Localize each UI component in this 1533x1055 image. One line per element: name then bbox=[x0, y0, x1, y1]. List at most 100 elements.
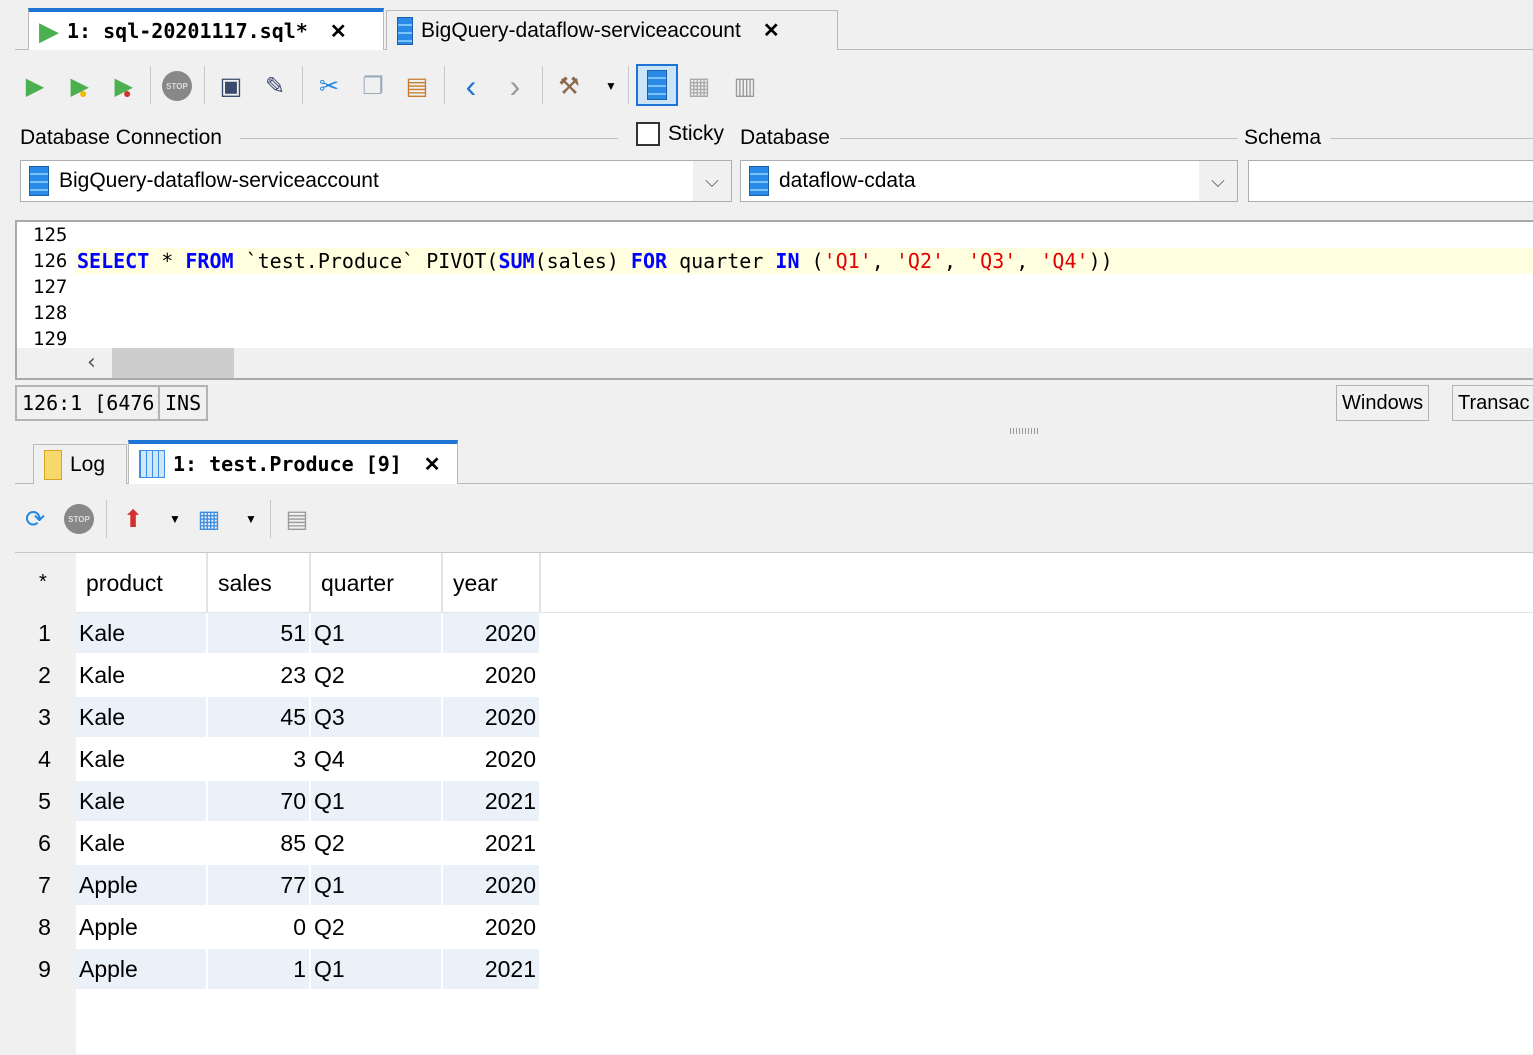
cell-product[interactable]: Apple bbox=[76, 907, 206, 947]
cell-sales[interactable]: 23 bbox=[208, 655, 309, 695]
cell-year[interactable]: 2020 bbox=[443, 613, 539, 653]
export-icon[interactable]: ⬆ bbox=[118, 503, 148, 535]
cell-sales[interactable]: 85 bbox=[208, 823, 309, 863]
close-tab-icon[interactable]: ✕ bbox=[424, 452, 441, 477]
row-number[interactable]: 2 bbox=[15, 655, 74, 695]
execute-step-icon[interactable]: ▶ ● bbox=[108, 70, 138, 102]
cell-quarter[interactable]: Q1 bbox=[311, 781, 441, 821]
close-tab-icon[interactable]: ✕ bbox=[330, 19, 347, 44]
column-header-product[interactable]: product bbox=[76, 553, 208, 613]
cell-sales[interactable]: 3 bbox=[208, 739, 309, 779]
execute-current-icon[interactable]: ▶ ● bbox=[64, 70, 94, 102]
cell-sales[interactable]: 70 bbox=[208, 781, 309, 821]
grid-view-icon[interactable]: ▦ bbox=[194, 503, 224, 535]
tab-result[interactable]: 1: test.Produce [9] ✕ bbox=[128, 440, 458, 484]
table-icon[interactable]: ▦ bbox=[684, 70, 714, 102]
select-all-corner[interactable]: * bbox=[39, 571, 47, 594]
cell-year[interactable]: 2020 bbox=[443, 907, 539, 947]
row-number[interactable]: 1 bbox=[15, 613, 74, 653]
cell-quarter[interactable]: Q1 bbox=[311, 613, 441, 653]
schema-icon[interactable]: ▥ bbox=[730, 70, 760, 102]
cell-product[interactable]: Kale bbox=[76, 613, 206, 653]
cell-product[interactable]: Apple bbox=[76, 865, 206, 905]
cell-quarter[interactable]: Q1 bbox=[311, 949, 441, 989]
copy-icon[interactable]: ❐ bbox=[358, 70, 388, 102]
stop-icon[interactable]: STOP bbox=[162, 70, 192, 102]
cell-year[interactable]: 2021 bbox=[443, 781, 539, 821]
table-row[interactable]: 7 Apple 77 Q1 2020 bbox=[15, 865, 542, 907]
save-as-icon[interactable]: ✎ bbox=[260, 70, 290, 102]
chevron-down-icon[interactable]: ⌵ bbox=[1199, 161, 1237, 201]
cell-sales[interactable]: 77 bbox=[208, 865, 309, 905]
dropdown-arrow-icon[interactable]: ▼ bbox=[236, 503, 266, 535]
cell-product[interactable]: Kale bbox=[76, 739, 206, 779]
tab-log[interactable]: Log bbox=[33, 444, 127, 484]
cell-product[interactable]: Kale bbox=[76, 697, 206, 737]
cell-quarter[interactable]: Q3 bbox=[311, 697, 441, 737]
horizontal-scrollbar[interactable]: ‹ bbox=[17, 348, 1533, 378]
scrollbar-thumb[interactable] bbox=[112, 348, 234, 378]
dropdown-arrow-icon[interactable]: ▼ bbox=[596, 70, 626, 102]
schema-select[interactable] bbox=[1248, 160, 1533, 202]
cell-sales[interactable]: 1 bbox=[208, 949, 309, 989]
row-number[interactable]: 7 bbox=[15, 865, 74, 905]
row-number[interactable]: 3 bbox=[15, 697, 74, 737]
cut-icon[interactable]: ✂ bbox=[314, 70, 344, 102]
row-number[interactable]: 5 bbox=[15, 781, 74, 821]
cell-quarter[interactable]: Q2 bbox=[311, 823, 441, 863]
sql-editor[interactable]: 125 126 127 128 129 SELECT * FROM `test.… bbox=[15, 220, 1533, 380]
table-row[interactable]: 9 Apple 1 Q1 2021 bbox=[15, 949, 542, 991]
table-row[interactable]: 6 Kale 85 Q2 2021 bbox=[15, 823, 542, 865]
cell-year[interactable]: 2021 bbox=[443, 949, 539, 989]
table-row[interactable]: 3 Kale 45 Q3 2020 bbox=[15, 697, 542, 739]
table-row[interactable]: 5 Kale 70 Q1 2021 bbox=[15, 781, 542, 823]
cell-sales[interactable]: 51 bbox=[208, 613, 309, 653]
column-header-year[interactable]: year bbox=[443, 553, 541, 613]
save-icon[interactable]: ▣ bbox=[216, 70, 246, 102]
back-icon[interactable]: ‹ bbox=[456, 68, 486, 104]
forward-icon[interactable]: › bbox=[500, 68, 530, 104]
cell-year[interactable]: 2020 bbox=[443, 697, 539, 737]
transaction-button[interactable]: Transac bbox=[1452, 385, 1533, 421]
cell-year[interactable]: 2020 bbox=[443, 865, 539, 905]
table-row[interactable]: 4 Kale 3 Q4 2020 bbox=[15, 739, 542, 781]
close-tab-icon[interactable]: ✕ bbox=[763, 18, 780, 43]
cell-quarter[interactable]: Q4 bbox=[311, 739, 441, 779]
paste-icon[interactable]: ▤ bbox=[402, 70, 432, 102]
cell-year[interactable]: 2021 bbox=[443, 823, 539, 863]
cell-year[interactable]: 2020 bbox=[443, 655, 539, 695]
cell-product[interactable]: Kale bbox=[76, 823, 206, 863]
scroll-left-icon[interactable]: ‹ bbox=[85, 350, 98, 375]
tools-icon[interactable]: ⚒ bbox=[554, 70, 584, 102]
cell-product[interactable]: Kale bbox=[76, 655, 206, 695]
splitter-handle[interactable] bbox=[1010, 428, 1040, 434]
table-row[interactable]: 2 Kale 23 Q2 2020 bbox=[15, 655, 542, 697]
column-header-quarter[interactable]: quarter bbox=[311, 553, 443, 613]
tab-sql-file[interactable]: ▶ 1: sql-20201117.sql* ✕ bbox=[28, 8, 384, 50]
table-row[interactable]: 8 Apple 0 Q2 2020 bbox=[15, 907, 542, 949]
cell-quarter[interactable]: Q2 bbox=[311, 907, 441, 947]
row-number[interactable]: 9 bbox=[15, 949, 74, 989]
column-header-sales[interactable]: sales bbox=[208, 553, 311, 613]
cell-product[interactable]: Kale bbox=[76, 781, 206, 821]
cell-sales[interactable]: 45 bbox=[208, 697, 309, 737]
refresh-icon[interactable]: ⟳ bbox=[20, 503, 50, 535]
table-row[interactable]: 1 Kale 51 Q1 2020 bbox=[15, 613, 542, 655]
cell-quarter[interactable]: Q2 bbox=[311, 655, 441, 695]
result-grid[interactable]: * product sales quarter year 1 Kale 51 Q1 20… bbox=[15, 552, 1533, 1055]
cell-year[interactable]: 2020 bbox=[443, 739, 539, 779]
database-select[interactable]: dataflow-cdata ⌵ bbox=[740, 160, 1238, 202]
row-number[interactable]: 8 bbox=[15, 907, 74, 947]
row-number[interactable]: 4 bbox=[15, 739, 74, 779]
row-number[interactable]: 6 bbox=[15, 823, 74, 863]
execute-icon[interactable]: ▶ bbox=[20, 70, 50, 102]
windows-button[interactable]: Windows bbox=[1336, 385, 1430, 421]
db-explorer-icon[interactable] bbox=[636, 64, 678, 106]
dropdown-arrow-icon[interactable]: ▼ bbox=[160, 503, 190, 535]
cell-sales[interactable]: 0 bbox=[208, 907, 309, 947]
sticky-checkbox[interactable] bbox=[636, 122, 660, 146]
cell-product[interactable]: Apple bbox=[76, 949, 206, 989]
tab-connection[interactable]: BigQuery-dataflow-serviceaccount ✕ bbox=[386, 10, 838, 50]
connection-select[interactable]: BigQuery-dataflow-serviceaccount ⌵ bbox=[20, 160, 732, 202]
chevron-down-icon[interactable]: ⌵ bbox=[693, 161, 731, 201]
